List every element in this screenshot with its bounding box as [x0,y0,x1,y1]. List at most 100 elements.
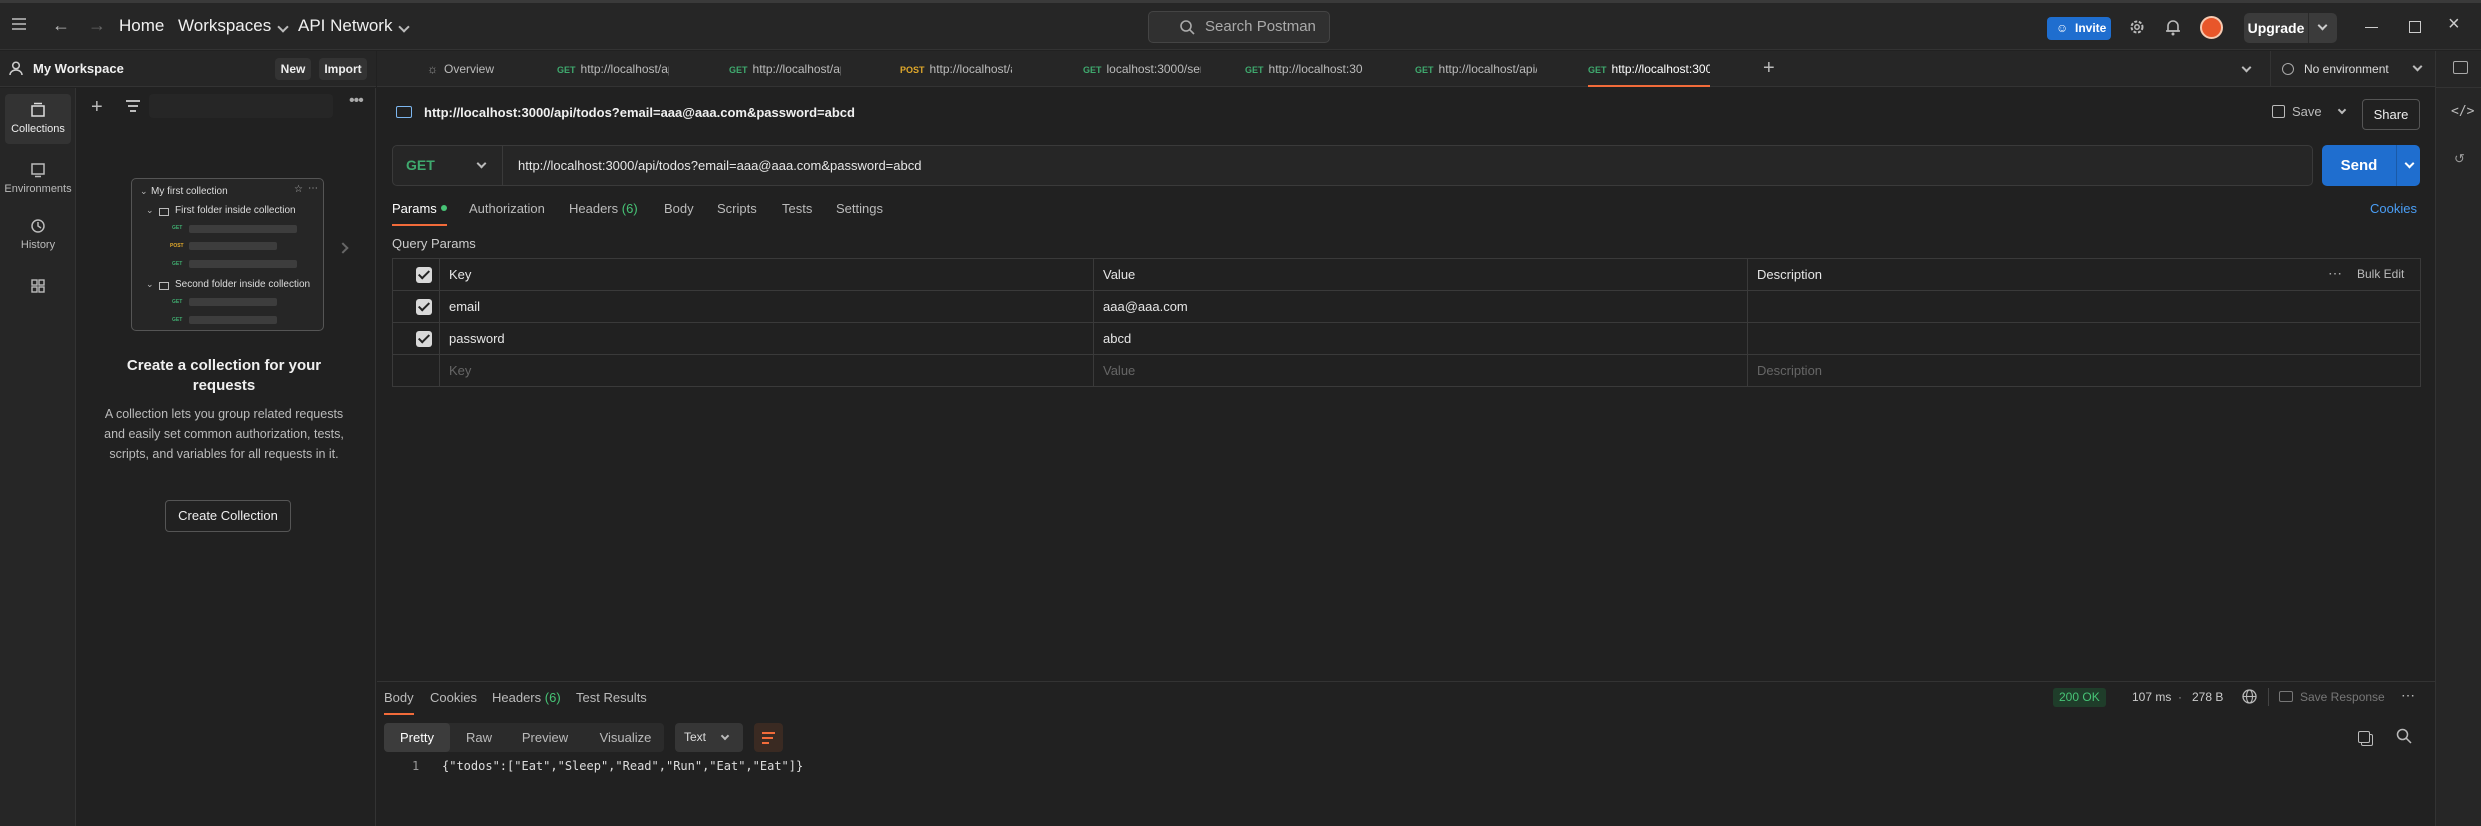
save-button[interactable]: Save [2272,104,2347,124]
tab-label: http://localhost/api/up [929,62,1012,76]
send-button[interactable]: Send [2322,145,2420,186]
copy-icon[interactable] [2358,731,2370,743]
info-icon[interactable]: ↺ [2454,151,2465,167]
upgrade-button[interactable]: Upgrade [2244,13,2337,43]
environment-quicklook-icon[interactable] [2453,61,2468,74]
avatar[interactable] [2200,16,2223,39]
row-checkbox[interactable] [416,299,432,315]
code-icon[interactable]: </> [2451,104,2474,119]
more-options-icon[interactable]: ••• [349,92,364,110]
response-tab-test-results[interactable]: Test Results [576,690,647,705]
param-description[interactable] [1747,291,2421,323]
tabs-overflow-chevron-icon[interactable] [2241,62,2252,73]
sidebar-item-collections[interactable]: Collections [5,94,71,144]
back-arrow-icon[interactable]: ← [52,15,70,36]
workspaces-menu[interactable]: Workspaces [178,16,289,36]
chevron-down-icon[interactable] [2404,158,2415,169]
notification-bell-icon[interactable] [2165,18,2181,36]
tab-overview[interactable]: ☼ Overview [427,51,527,87]
response-time[interactable]: 107 ms [2132,690,2171,704]
format-select[interactable]: Text [675,723,743,752]
chevron-down-icon[interactable] [2338,105,2347,115]
filter-icon[interactable] [126,100,140,112]
home-link[interactable]: Home [119,16,164,36]
view-raw[interactable]: Raw [453,723,505,752]
search-icon[interactable] [2396,728,2412,744]
method-select[interactable]: GET [393,146,503,185]
sidebar-item-apps[interactable] [0,278,76,308]
sidebar-item-label: Collections [11,123,65,135]
create-collection-button[interactable]: Create Collection [165,500,291,532]
wrap-lines-icon[interactable] [754,723,783,752]
tab-request[interactable]: POST http://localhost/api/up [900,51,1012,87]
preview-folder-label: First folder inside collection [175,205,296,216]
status-badge[interactable]: 200 OK [2053,688,2106,707]
url-input[interactable]: http://localhost:3000/api/todos?email=aa… [518,146,921,185]
tab-request-active[interactable]: GET http://localhost:3000/ap [1588,51,1710,87]
row-checkbox[interactable] [416,331,432,347]
collections-search-input[interactable] [149,94,333,118]
add-collection-icon[interactable]: + [91,96,103,119]
sidebar-item-environments[interactable]: Environments [0,154,76,204]
param-key-placeholder[interactable]: Key [439,355,1093,387]
param-value[interactable]: abcd [1093,323,1747,355]
response-tab-body[interactable]: Body [384,690,414,715]
minimize-icon[interactable] [2365,27,2378,28]
response-tab-headers[interactable]: Headers (6) [492,690,561,705]
workspace-name[interactable]: My Workspace [33,61,124,76]
param-key[interactable]: email [439,291,1093,323]
tab-headers[interactable]: Headers (6) [569,201,638,216]
tab-settings[interactable]: Settings [836,201,883,216]
request-title[interactable]: http://localhost:3000/api/todos?email=aa… [424,105,855,120]
bulk-edit-button[interactable]: Bulk Edit [2357,267,2404,281]
param-value-placeholder[interactable]: Value [1093,355,1747,387]
response-body-code[interactable]: {"todos":["Eat","Sleep","Read","Run","Ea… [442,759,803,773]
tab-authorization[interactable]: Authorization [469,201,545,216]
close-icon[interactable]: × [2448,13,2460,36]
response-tab-cookies[interactable]: Cookies [430,690,477,705]
view-preview[interactable]: Preview [513,723,577,752]
globe-icon[interactable] [2242,689,2257,704]
response-size[interactable]: 278 B [2192,690,2223,704]
param-description[interactable] [1747,323,2421,355]
tab-request[interactable]: GET http://localhost/api/geo [729,51,841,87]
forward-arrow-icon[interactable]: → [88,15,106,36]
save-response-button[interactable]: Save Response [2279,690,2385,704]
api-network-menu[interactable]: API Network [298,16,411,36]
environment-selector[interactable]: No environment [2282,51,2423,87]
line-number: 1 [412,759,420,773]
tab-request[interactable]: GET http://localhost/api/geo [557,51,669,87]
view-pretty[interactable]: Pretty [384,723,450,752]
share-button[interactable]: Share [2362,99,2420,130]
more-options-icon[interactable]: ⋯ [2328,265,2342,282]
preview-title: My first collection [151,186,228,197]
select-all-checkbox[interactable] [416,267,432,283]
menu-icon[interactable] [12,18,26,30]
tab-tests[interactable]: Tests [782,201,812,216]
chevron-down-icon: ⌄ [146,279,154,289]
maximize-icon[interactable] [2409,21,2421,33]
param-key[interactable]: password [439,323,1093,355]
tab-request[interactable]: GET http://localhost:3000/p [1245,51,1363,87]
tab-request[interactable]: GET http://localhost/api/data [1415,51,1537,87]
new-button[interactable]: New [275,58,311,80]
search-input[interactable]: Search Postman [1148,11,1330,43]
more-options-icon[interactable]: ⋯ [2401,687,2415,704]
tab-body[interactable]: Body [664,201,694,216]
param-description-placeholder[interactable]: Description [1747,355,2421,387]
view-visualize[interactable]: Visualize [589,723,662,752]
param-value[interactable]: aaa@aaa.com [1093,291,1747,323]
new-tab-icon[interactable]: + [1763,57,1775,80]
sidebar-item-history[interactable]: History [0,210,76,260]
settings-gear-icon[interactable] [2128,18,2146,36]
tab-label: Headers [569,201,619,216]
tab-scripts[interactable]: Scripts [717,201,757,216]
chevron-down-icon[interactable] [2317,20,2328,31]
import-button[interactable]: Import [319,58,367,80]
tab-request[interactable]: GET localhost:3000/serve [1083,51,1201,87]
cookies-link[interactable]: Cookies [2370,201,2417,216]
invite-button[interactable]: ☺ Invite [2047,17,2111,40]
tab-params[interactable]: Params [392,201,447,226]
response-divider[interactable] [377,681,2435,682]
tab-label: Overview [444,62,495,76]
